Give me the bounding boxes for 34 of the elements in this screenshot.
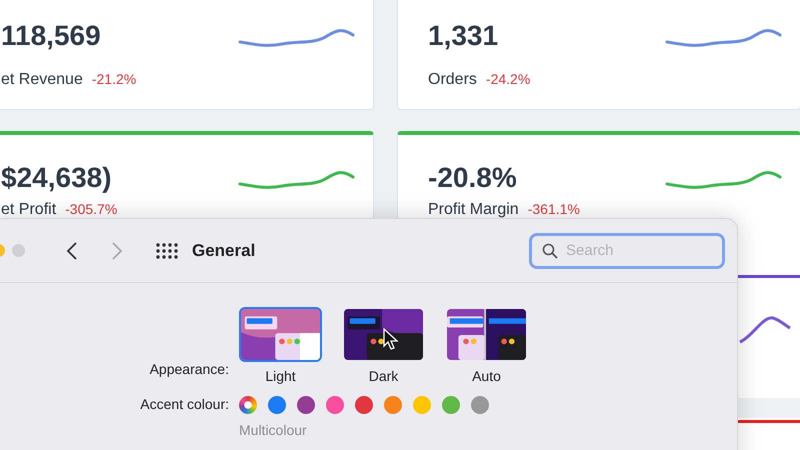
metric-change: -361.1% xyxy=(528,201,580,217)
appearance-label: Appearance: xyxy=(148,361,229,377)
search-field[interactable]: Search xyxy=(529,232,725,268)
metric-label: Profit Margin xyxy=(428,201,519,219)
metric-change: -305.7% xyxy=(65,201,118,217)
accent-colour-swatch[interactable] xyxy=(326,396,344,414)
accent-colour-swatch[interactable] xyxy=(384,396,402,414)
accent-colour-swatch[interactable] xyxy=(297,396,315,414)
accent-colour-caption: Multicolour xyxy=(239,422,308,438)
appearance-thumbnail[interactable] xyxy=(445,307,528,362)
appearance-thumbnail[interactable] xyxy=(342,307,425,362)
metric-label: et Revenue xyxy=(1,71,83,89)
window-title: General xyxy=(192,240,256,260)
grid-icon[interactable] xyxy=(156,242,178,260)
metric-value: -20.8% xyxy=(428,161,518,195)
metric-label: et Profit xyxy=(1,201,56,219)
cursor-icon xyxy=(383,328,399,351)
appearance-option-label: Dark xyxy=(368,368,398,384)
appearance-option-label: Light xyxy=(265,368,296,384)
accent-colour-swatch[interactable] xyxy=(239,396,257,414)
appearance-option-label: Auto xyxy=(472,368,501,384)
accent-colour-swatch[interactable] xyxy=(413,396,431,414)
appearance-thumbnail[interactable] xyxy=(239,307,322,362)
accent-colour-swatch[interactable] xyxy=(355,396,373,414)
metric-value: 118,569 xyxy=(1,19,102,53)
metric-value: 1,331 xyxy=(428,19,500,53)
metric-change: -24.2% xyxy=(486,71,530,87)
accent-colour-swatch[interactable] xyxy=(268,396,286,414)
accent-colour-label: Accent colour: xyxy=(139,396,229,412)
accent-colour-swatch[interactable] xyxy=(471,396,489,414)
accent-colour-swatch[interactable] xyxy=(442,396,460,414)
metric-label: Orders xyxy=(428,71,477,89)
metric-change: -21.2% xyxy=(92,71,136,87)
metric-value: $24,638) xyxy=(1,161,113,195)
